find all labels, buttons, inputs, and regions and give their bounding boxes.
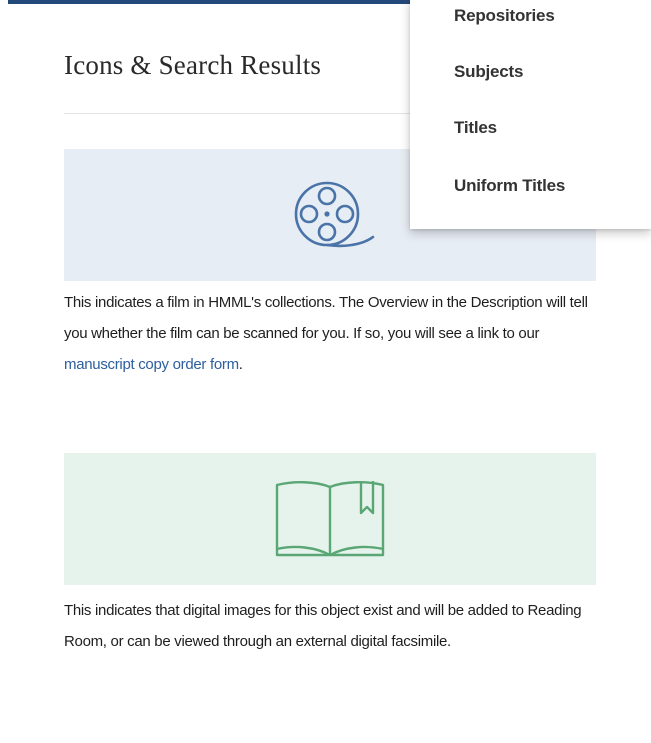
browse-dropdown-menu: Repositories Subjects Titles Uniform Tit…: [410, 0, 651, 229]
digital-icon-panel: [64, 453, 596, 585]
page: Icons & Search Results This indicates a …: [0, 0, 651, 743]
film-description: This indicates a film in HMML's collecti…: [64, 287, 604, 380]
section-title: Icons & Search Results: [64, 50, 322, 80]
menu-item-subjects[interactable]: Subjects: [454, 62, 523, 82]
film-description-text: This indicates a film in HMML's collecti…: [64, 294, 588, 342]
open-book-icon: [275, 481, 385, 557]
menu-item-repositories[interactable]: Repositories: [454, 6, 555, 26]
menu-item-titles[interactable]: Titles: [454, 118, 497, 138]
menu-item-uniform-titles[interactable]: Uniform Titles: [454, 176, 565, 196]
film-description-end: .: [238, 356, 243, 373]
manuscript-copy-order-link[interactable]: manuscript copy order form: [64, 356, 239, 373]
film-reel-icon: [294, 181, 375, 248]
digital-description: This indicates that digital images for t…: [64, 602, 582, 650]
